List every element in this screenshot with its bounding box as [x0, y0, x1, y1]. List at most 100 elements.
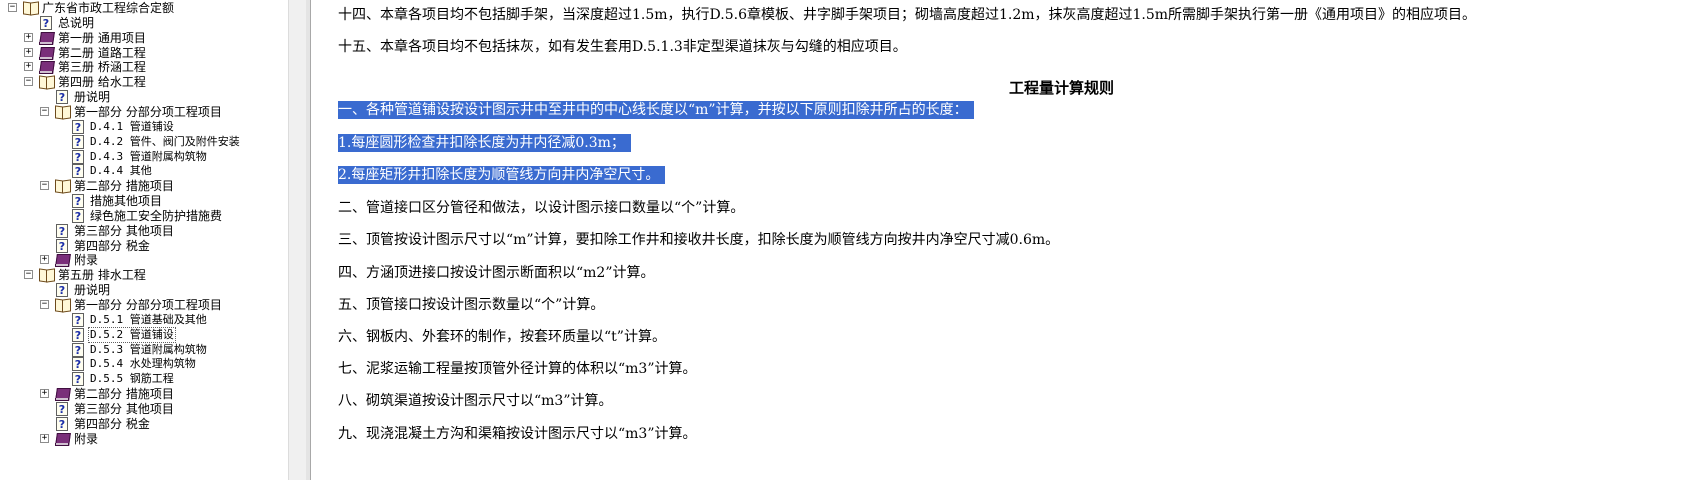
tree-item-label[interactable]: D.5.1 管道基础及其他 — [88, 312, 209, 328]
book-closed-icon — [38, 59, 55, 75]
help-page-icon — [70, 134, 86, 151]
help-page-icon — [70, 356, 86, 373]
content-pane: 工程量计算规则 十四、本章各项目均不包括脚手架，当深度超过1.5m，执行D.5.… — [311, 0, 1699, 480]
expand-icon[interactable]: + — [24, 62, 33, 71]
tree-item-label[interactable]: 第二部分 措施项目 — [72, 386, 176, 402]
tree-item[interactable]: + 附录 — [0, 252, 288, 268]
paragraph: 七、泥浆运输工程量按顶管外径计算的体积以“m3”计算。 — [338, 361, 697, 377]
tree-item-label[interactable]: 第三部分 其他项目 — [72, 401, 176, 417]
tree-item[interactable]: − 第四册 给水工程 — [0, 74, 288, 90]
help-page-icon — [54, 416, 70, 433]
tree-item-label[interactable]: 措施其他项目 — [88, 193, 164, 209]
book-closed-icon — [54, 431, 71, 447]
tree-item[interactable]: 第四部分 税金 — [0, 416, 288, 433]
section-heading: 工程量计算规则 — [1009, 79, 1115, 97]
book-closed-icon — [38, 30, 55, 46]
selected-paragraph: 1.每座圆形检查井扣除长度为井内径减0.3m； — [338, 134, 631, 152]
help-page-icon — [70, 327, 86, 344]
tree-item[interactable]: − 第一部分 分部分项工程项目 — [0, 297, 288, 313]
help-page-icon — [70, 312, 86, 329]
tree-item-label[interactable]: 册说明 — [72, 89, 112, 105]
collapse-icon[interactable]: − — [24, 77, 33, 86]
tree-item[interactable]: D.4.4 其他 — [0, 163, 288, 180]
tree-item-label[interactable]: 附录 — [72, 431, 100, 447]
tree-item-label[interactable]: 第一部分 分部分项工程项目 — [72, 297, 224, 313]
expand-icon[interactable]: + — [24, 48, 33, 57]
tree-item[interactable]: + 第二部分 措施项目 — [0, 386, 288, 402]
tree-item[interactable]: − 第五册 排水工程 — [0, 267, 288, 283]
tree-item-label[interactable]: D.4.2 管件、阀门及附件安装 — [88, 134, 242, 150]
help-page-icon — [70, 163, 86, 180]
tree-item[interactable]: − 广东省市政工程综合定额 — [0, 0, 288, 16]
paragraph: 四、方涵顶进接口按设计图示断面积以“m2”计算。 — [338, 265, 655, 281]
tree-item[interactable]: 措施其他项目 — [0, 193, 288, 210]
book-open-icon — [38, 267, 55, 283]
tree-item-label[interactable]: 册说明 — [72, 282, 112, 298]
paragraph: 六、钢板内、外套环的制作，按套环质量以“t”计算。 — [338, 329, 666, 345]
tree-item[interactable]: 总说明 — [0, 15, 288, 32]
tree-item[interactable]: + 附录 — [0, 431, 288, 447]
tree-item-label[interactable]: 第二部分 措施项目 — [72, 178, 176, 194]
tree-item-label[interactable]: 总说明 — [56, 15, 96, 31]
tree-item[interactable]: D.5.5 钢筋工程 — [0, 371, 288, 388]
help-page-icon — [54, 89, 70, 106]
collapse-icon[interactable]: − — [24, 270, 33, 279]
tree-item-label[interactable]: 第五册 排水工程 — [56, 267, 148, 283]
tree-item[interactable]: D.5.1 管道基础及其他 — [0, 312, 288, 329]
tree-pane[interactable]: −广东省市政工程综合定额总说明+第一册 通用项目+第二册 道路工程+第三册 桥涵… — [0, 0, 288, 480]
help-page-icon — [70, 208, 86, 225]
tree-item[interactable]: 第三部分 其他项目 — [0, 223, 288, 240]
tree-vertical-scrollbar[interactable] — [288, 0, 307, 480]
tree-item-label[interactable]: 第一部分 分部分项工程项目 — [72, 104, 224, 120]
tree-item[interactable]: D.5.4 水处理构筑物 — [0, 356, 288, 373]
tree-item-label[interactable]: D.4.1 管道铺设 — [88, 119, 176, 135]
book-open-icon — [54, 178, 71, 194]
tree-item[interactable]: 册说明 — [0, 89, 288, 106]
collapse-icon[interactable]: − — [40, 300, 49, 309]
tree-item-label[interactable]: 广东省市政工程综合定额 — [40, 0, 176, 16]
tree-item[interactable]: D.4.2 管件、阀门及附件安装 — [0, 134, 288, 151]
book-open-icon — [54, 104, 71, 120]
paragraph: 三、顶管按设计图示尺寸以“m”计算，要扣除工作井和接收井长度，扣除长度为顺管线方… — [338, 232, 1060, 248]
tree-item[interactable]: 绿色施工安全防护措施费 — [0, 208, 288, 225]
tree-item-label[interactable]: 第三部分 其他项目 — [72, 223, 176, 239]
tree-item[interactable]: + 第一册 通用项目 — [0, 30, 288, 46]
tree-item[interactable]: 册说明 — [0, 282, 288, 299]
help-page-icon — [54, 401, 70, 418]
help-page-icon — [54, 223, 70, 240]
tree-item[interactable]: + 第三册 桥涵工程 — [0, 59, 288, 75]
collapse-icon[interactable]: − — [40, 181, 49, 190]
tree-item[interactable]: D.5.2 管道铺设 — [0, 327, 288, 344]
expand-icon[interactable]: + — [24, 33, 33, 42]
tree-item-label[interactable]: 第四部分 税金 — [72, 416, 152, 432]
tree-item[interactable]: 第三部分 其他项目 — [0, 401, 288, 418]
tree-item-label[interactable]: 附录 — [72, 252, 100, 268]
expand-icon[interactable]: + — [40, 434, 49, 443]
collapse-icon[interactable]: − — [40, 107, 49, 116]
tree-item-label[interactable]: 第一册 通用项目 — [56, 30, 148, 46]
selected-paragraph: 2.每座矩形井扣除长度为顺管线方向井内净空尺寸。 — [338, 166, 666, 184]
book-open-icon — [54, 297, 71, 313]
tree-item[interactable]: − 第一部分 分部分项工程项目 — [0, 104, 288, 120]
tree-item-label[interactable]: D.5.4 水处理构筑物 — [88, 356, 198, 372]
help-page-icon — [70, 371, 86, 388]
help-page-icon — [70, 119, 86, 136]
expand-icon[interactable]: + — [40, 389, 49, 398]
tree-item-label[interactable]: 第三册 桥涵工程 — [56, 59, 148, 75]
collapse-icon[interactable]: − — [8, 3, 17, 12]
tree-item-label[interactable]: 绿色施工安全防护措施费 — [88, 208, 224, 224]
paragraph: 十五、本章各项目均不包括抹灰，如有发生套用D.5.1.3非定型渠道抹灰与勾缝的相… — [338, 39, 907, 55]
tree-item-label[interactable]: D.4.4 其他 — [88, 163, 154, 179]
help-page-icon — [54, 282, 70, 299]
paragraph: 八、砌筑渠道按设计图示尺寸以“m3”计算。 — [338, 393, 613, 409]
tree-item-label[interactable]: 第四册 给水工程 — [56, 74, 148, 90]
tree-item[interactable]: − 第二部分 措施项目 — [0, 178, 288, 194]
expand-icon[interactable]: + — [40, 255, 49, 264]
tree-item-label[interactable]: D.5.5 钢筋工程 — [88, 371, 176, 387]
paragraph: 九、现浇混凝土方沟和渠箱按设计图示尺寸以“m3”计算。 — [338, 426, 697, 442]
help-page-icon — [38, 15, 54, 32]
paragraph: 五、顶管接口按设计图示数量以“个”计算。 — [338, 297, 605, 313]
tree-item-label[interactable]: D.5.2 管道铺设 — [88, 327, 176, 343]
tree-item[interactable]: D.4.1 管道铺设 — [0, 119, 288, 136]
selected-paragraph: 一、各种管道铺设按设计图示井中至井中的中心线长度以“m”计算，并按以下原则扣除井… — [338, 101, 974, 119]
